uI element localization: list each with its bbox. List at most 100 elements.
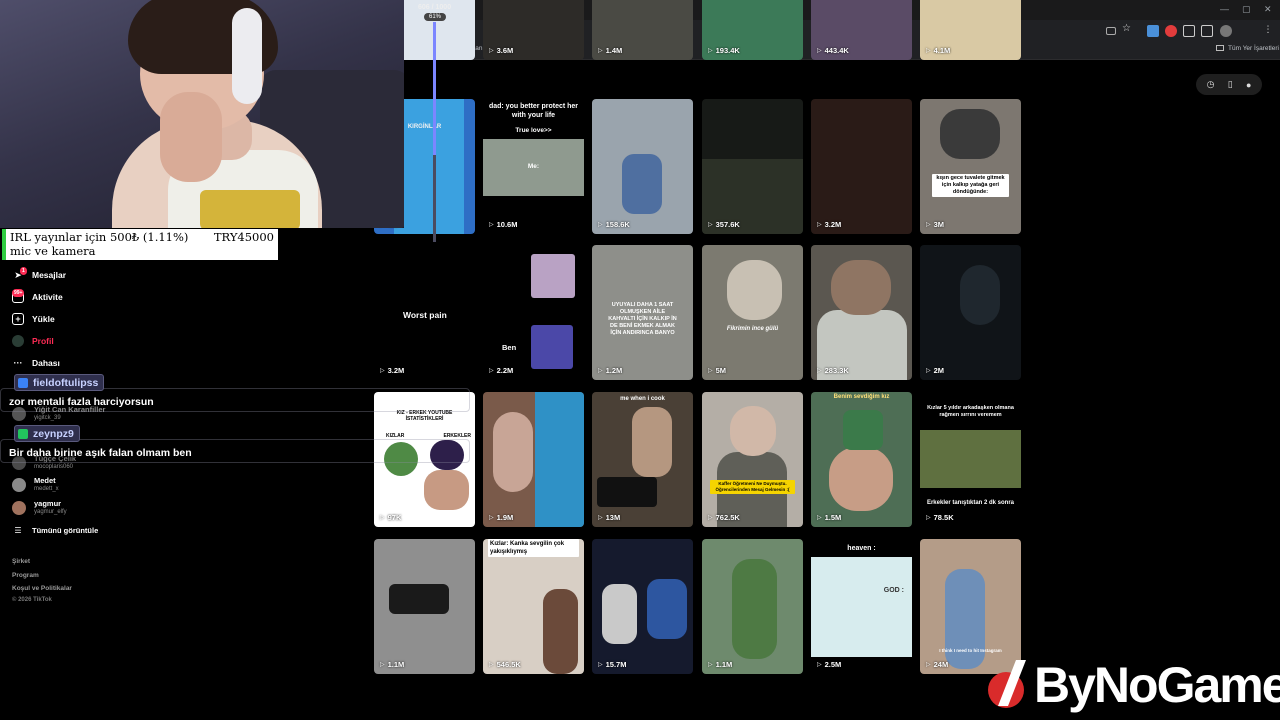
chat-message: zor mentali fazla harciyorsun	[9, 396, 154, 408]
view-count: ▷ 443.4K	[817, 46, 849, 55]
extensions-puzzle-icon[interactable]	[1183, 25, 1195, 37]
following-account-4[interactable]: yagmur yagmur_elfy	[12, 499, 67, 516]
video-caption: Me:	[527, 163, 540, 170]
video-thumbnail[interactable]: ▷ 3M kışın gece tuvalete gitmek için kalkı…	[920, 99, 1021, 234]
minimize-icon[interactable]: —	[1220, 4, 1229, 14]
account-handle: yagmur_elfy	[34, 509, 67, 515]
video-caption: Benim sevdiğim kız	[833, 394, 890, 400]
play-icon: ▷	[489, 48, 494, 54]
video-thumbnail[interactable]: ▷ 5M Fikrimin ince gülü	[702, 245, 803, 380]
chat-username: fieldoftulipss	[33, 377, 99, 389]
play-icon: ▷	[380, 368, 385, 374]
video-thumbnail[interactable]: ▷ 283.3K	[811, 245, 912, 380]
thumbnail-image	[632, 407, 672, 477]
view-count-value: 3.2M	[387, 366, 405, 375]
footer-program[interactable]: Program	[12, 572, 39, 579]
progress-percent: 61%	[424, 13, 447, 21]
nav-upload[interactable]: + Yükle	[12, 311, 55, 327]
webcam-feed	[0, 0, 404, 228]
view-count-value: 3M	[933, 220, 945, 229]
thumbnail-image	[535, 392, 584, 527]
video-thumbnail[interactable]: ▷ 4.1M	[920, 0, 1021, 60]
nav-more[interactable]: ··· Dahası	[12, 355, 60, 371]
video-thumbnail[interactable]: ▷ 24M I think I need to hit Instagram	[920, 539, 1021, 674]
account-icon[interactable]: ●	[1246, 80, 1251, 90]
video-thumbnail[interactable]: ▷ 443.4K	[811, 0, 912, 60]
video-thumbnail[interactable]: ▷ 78.5K Kızlar 5 yıldır arkadaşken olmana …	[920, 392, 1021, 527]
profile-avatar-icon[interactable]	[1220, 25, 1232, 37]
video-thumbnail[interactable]: ▷ 762.5K Kaffer Öğretmeni Ne Duymuştu. Öğr…	[702, 392, 803, 527]
following-account-3[interactable]: Medet medett_x	[12, 476, 59, 493]
video-thumbnail[interactable]: ▷ 3.2M	[811, 99, 912, 234]
play-icon: ▷	[708, 222, 713, 228]
thumbnail-image	[920, 430, 1021, 488]
video-thumbnail[interactable]: ▷ 193.4K	[702, 0, 803, 60]
view-count-value: 1.2M	[605, 366, 623, 375]
view-count-value: 4.1M	[933, 46, 951, 55]
maximize-icon[interactable]: ▢	[1242, 4, 1251, 15]
view-count-value: 78.5K	[933, 513, 954, 522]
video-thumbnail[interactable]: ▷ 1.1M	[702, 539, 803, 674]
video-caption: UYUYALI DAHA 1 SAAT OLMUŞKEN AİLE KAHVAL…	[608, 302, 677, 336]
headset-icon	[232, 8, 262, 104]
thumbnail-image	[811, 557, 912, 657]
floating-controls: ◷ ▯ ●	[1196, 74, 1262, 95]
video-thumbnail[interactable]: ▷ 1.1M	[374, 539, 475, 674]
video-caption: Erkekler tanıştıktan 2 dk sonra	[926, 500, 1015, 506]
video-thumbnail[interactable]: ▷ 546.5K Kızlar: Kanka sevgilin çok yakışı…	[483, 539, 584, 674]
device-icon[interactable]: ▯	[1228, 79, 1233, 90]
sidebar-icon[interactable]	[1201, 25, 1213, 37]
star-icon[interactable]: ☆	[1122, 23, 1134, 35]
video-thumbnail[interactable]: ▷ 13M me when i cook	[592, 392, 693, 527]
video-caption: Kızlar: Kanka sevgilin çok yakışıklıymış	[488, 539, 579, 557]
footer-company[interactable]: Şirket	[12, 558, 30, 565]
view-count-value: 1.1M	[715, 660, 733, 669]
footer-terms[interactable]: Koşul ve Politikalar	[12, 585, 72, 592]
nav-profile[interactable]: Profil	[12, 333, 54, 349]
video-thumbnail[interactable]: ▷ 1.5M Benim sevdiğim kız	[811, 392, 912, 527]
video-thumbnail[interactable]: ▷ 1.4M	[592, 0, 693, 60]
avatar	[12, 500, 26, 515]
video-thumbnail[interactable]: ▷ 2.2M Ben	[483, 245, 584, 380]
view-count: ▷ 1.1M	[380, 660, 404, 669]
see-all-following[interactable]: ☰ Tümünü görüntüle	[12, 522, 98, 538]
view-count-value: 97K	[387, 513, 402, 522]
video-thumbnail[interactable]: ▷ 3.2M Worst pain	[374, 245, 475, 380]
video-thumbnail[interactable]: ▷ 1.9M	[483, 392, 584, 527]
view-count-value: 1.1M	[387, 660, 405, 669]
view-count: ▷ 357.6K	[708, 220, 740, 229]
thumbnail-image	[730, 406, 776, 456]
chat-tag-icon	[18, 429, 28, 439]
video-thumbnail[interactable]: ▷ 158.6K	[592, 99, 693, 234]
video-thumbnail[interactable]: ▷ 10.6M dad: you better protect her with y…	[483, 99, 584, 234]
bynogame-logo-icon	[988, 660, 1026, 708]
progress-track	[433, 22, 436, 242]
extension-icon[interactable]	[1147, 25, 1159, 37]
extension-record-icon[interactable]	[1165, 25, 1177, 37]
donation-amount: TRY45000	[213, 230, 274, 244]
play-icon: ▷	[926, 48, 931, 54]
video-thumbnail[interactable]: ▷ 3.6M	[483, 0, 584, 60]
view-count-value: 1.5M	[824, 513, 842, 522]
thumbnail-image	[531, 254, 575, 298]
view-count: ▷ 78.5K	[926, 513, 954, 522]
clock-icon[interactable]: ◷	[1207, 79, 1215, 90]
view-count-value: 546.5K	[496, 660, 521, 669]
video-thumbnail[interactable]: ▷ 2.5M heaven : GOD :	[811, 539, 912, 674]
account-handle: mocoplaris060	[34, 464, 74, 470]
thumbnail-image	[389, 584, 449, 614]
profile-avatar-icon	[12, 335, 24, 347]
view-count-value: 1.4M	[605, 46, 623, 55]
view-count: ▷ 3.6M	[489, 46, 513, 55]
play-icon: ▷	[708, 48, 713, 54]
video-thumbnail[interactable]: ▷ 15.7M	[592, 539, 693, 674]
view-count-value: 2M	[933, 366, 945, 375]
cast-icon[interactable]	[1106, 27, 1116, 35]
view-count: ▷ 762.5K	[708, 513, 740, 522]
menu-kebab-icon[interactable]: ⋮	[1262, 24, 1274, 36]
all-bookmarks[interactable]: Tüm Yer İşaretleri	[1216, 45, 1279, 52]
video-thumbnail[interactable]: ▷ 2M	[920, 245, 1021, 380]
close-icon[interactable]: ✕	[1264, 4, 1272, 15]
video-thumbnail[interactable]: ▷ 357.6K	[702, 99, 803, 234]
video-thumbnail[interactable]: ▷ 1.2M UYUYALI DAHA 1 SAAT OLMUŞKEN AİLE K…	[592, 245, 693, 380]
